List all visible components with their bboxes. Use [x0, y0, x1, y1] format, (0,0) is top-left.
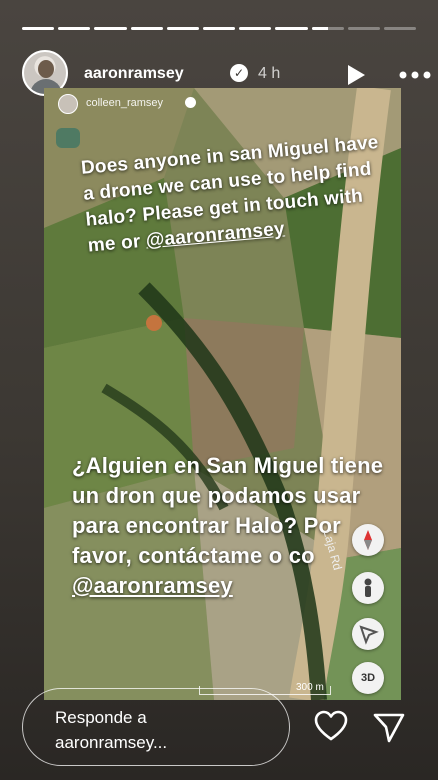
- heart-icon[interactable]: [314, 710, 348, 742]
- location-arrow-icon[interactable]: [352, 618, 384, 650]
- timestamp: 4 h: [258, 65, 281, 82]
- progress-segment: [130, 27, 163, 30]
- caption-spanish-mention[interactable]: @aaronramsey: [72, 573, 233, 598]
- play-icon[interactable]: [342, 62, 368, 88]
- progress-segment: [166, 27, 199, 30]
- repost-username[interactable]: colleen_ramsey: [86, 97, 163, 109]
- progress-segment: [311, 27, 344, 30]
- progress-segment: [22, 27, 55, 30]
- repost-avatar[interactable]: [58, 94, 78, 114]
- story-progress: [22, 27, 417, 30]
- story-image[interactable]: colleen_ramsey Does anyone in san Miguel…: [44, 88, 401, 700]
- compass-icon[interactable]: [352, 524, 384, 556]
- pegman-icon[interactable]: [352, 572, 384, 604]
- send-icon[interactable]: [372, 710, 406, 744]
- progress-segment: [347, 27, 380, 30]
- progress-segment: [58, 27, 91, 30]
- repost-verified-icon: [185, 97, 196, 108]
- verified-badge-icon: ✓: [230, 64, 248, 82]
- reply-placeholder: Responde a aaronramsey...: [55, 708, 168, 752]
- username[interactable]: aaronramsey: [84, 65, 184, 83]
- progress-segment: [275, 27, 308, 30]
- reply-input[interactable]: Responde a aaronramsey...: [22, 688, 290, 766]
- progress-segment: [94, 27, 127, 30]
- progress-segment: [239, 27, 272, 30]
- progress-segment: [383, 27, 417, 30]
- more-icon[interactable]: [397, 62, 433, 88]
- 3d-button[interactable]: 3D: [352, 662, 384, 694]
- progress-segment: [202, 27, 236, 30]
- map-scale-label: 300 m: [296, 682, 324, 693]
- caption-spanish: ¿Alguien en San Miguel tiene un dron que…: [72, 451, 392, 601]
